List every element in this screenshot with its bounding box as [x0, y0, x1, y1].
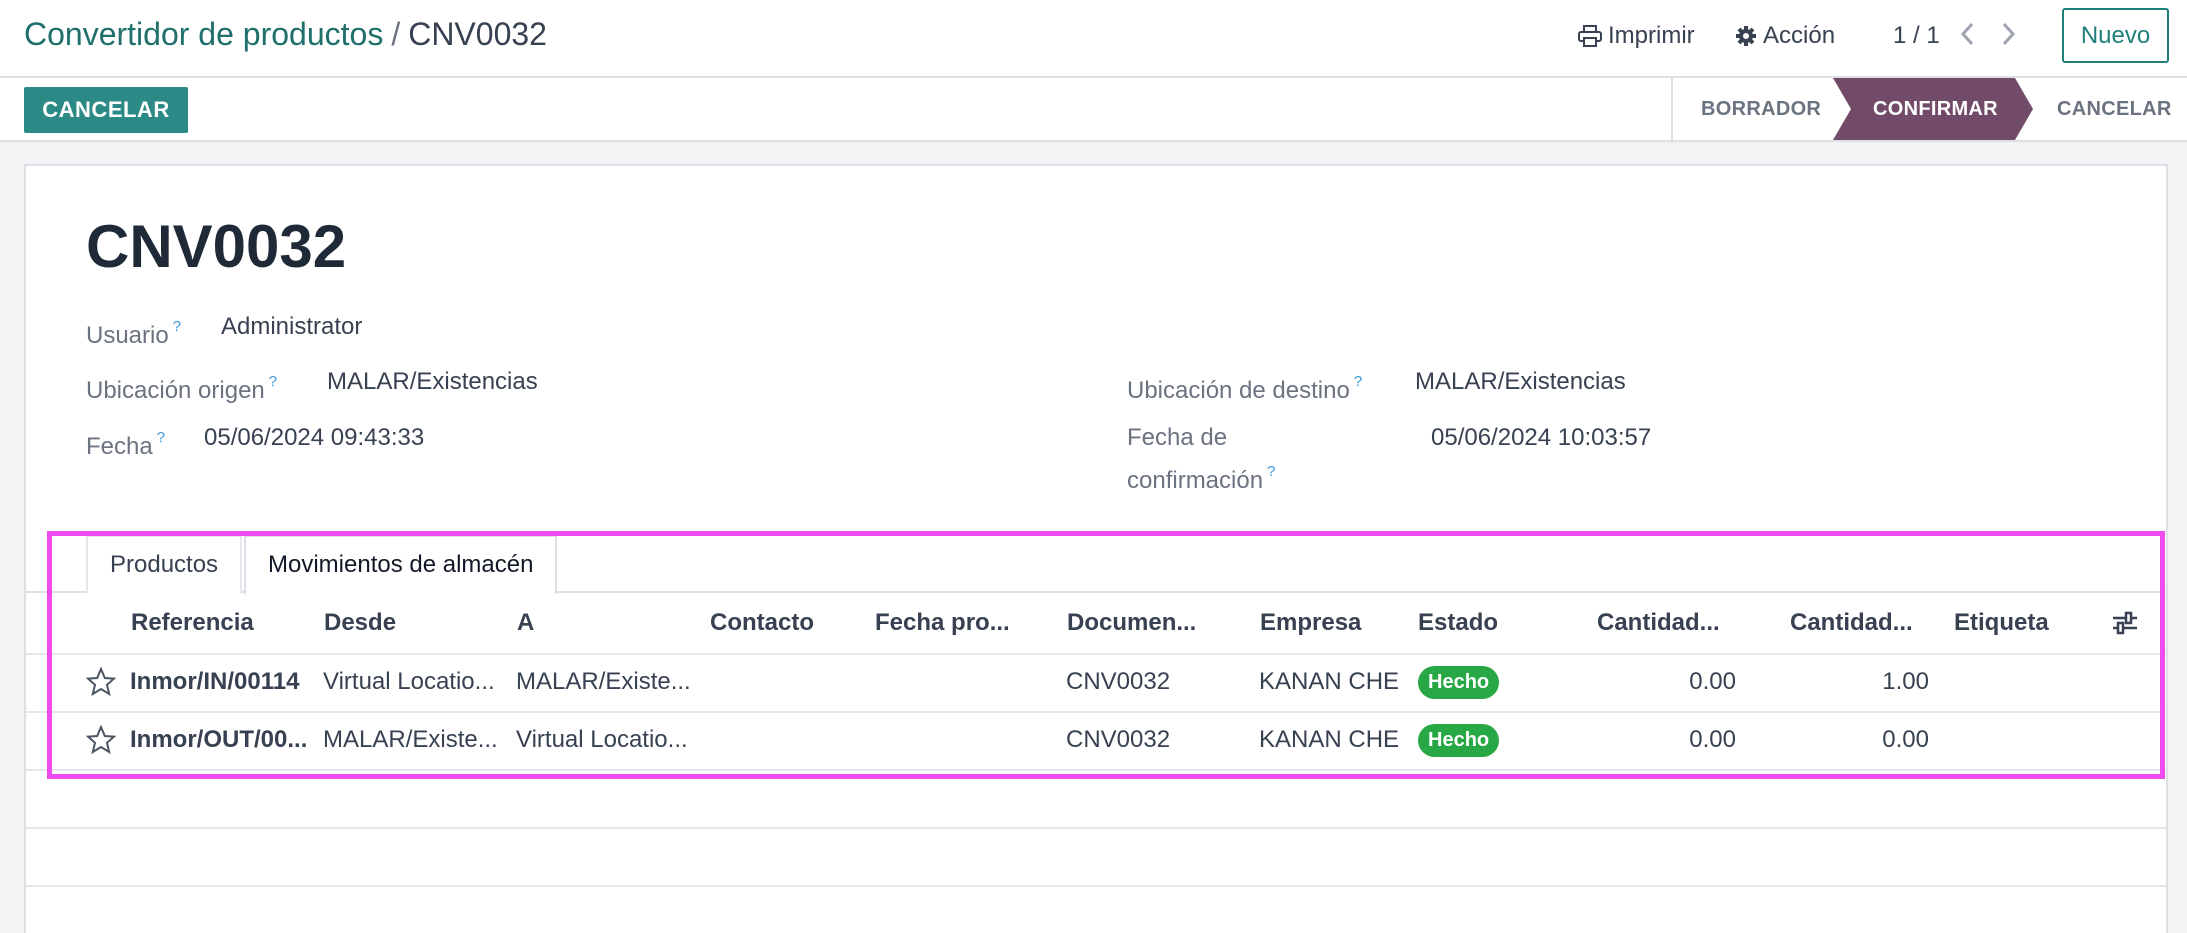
breadcrumb: Convertidor de productos / CNV0032: [24, 16, 547, 53]
cell-reference: Inmor/OUT/00...: [130, 726, 308, 753]
cell-quantity-2: 1.00: [1882, 668, 1929, 695]
stage-pipeline: BORRADOR CONFIRMAR CANCELAR: [1671, 78, 2187, 140]
confirmation-date-value[interactable]: 05/06/2024 10:03:57: [1431, 421, 1651, 455]
date-value[interactable]: 05/06/2024 09:43:33: [204, 421, 424, 455]
printer-icon: [1578, 25, 1602, 47]
user-value[interactable]: Administrator: [221, 310, 362, 344]
form-sheet: CNV0032 Usuario? Administrator Ubicación…: [24, 164, 2168, 933]
stage-draft[interactable]: BORRADOR: [1701, 78, 1821, 140]
cell-to: Virtual Locatio...: [516, 726, 688, 753]
cancel-button[interactable]: CANCELAR: [24, 87, 188, 133]
stage-cancel[interactable]: CANCELAR: [2057, 78, 2172, 140]
print-button[interactable]: Imprimir: [1578, 22, 1695, 50]
help-icon[interactable]: ?: [173, 318, 181, 335]
gear-icon: [1735, 25, 1757, 47]
column-tag[interactable]: Etiqueta: [1954, 609, 2049, 637]
tab-stock-moves[interactable]: Movimientos de almacén: [244, 535, 558, 595]
cell-to: MALAR/Existe...: [516, 668, 691, 695]
chevron-left-icon[interactable]: [1958, 20, 1978, 53]
star-icon[interactable]: [85, 666, 117, 702]
tab-products[interactable]: Productos: [86, 535, 243, 593]
date-label: Fecha?: [86, 429, 166, 460]
confirmation-date-label: Fecha de confirmación?: [1127, 424, 1276, 494]
destination-location-label: Ubicación de destino?: [1127, 373, 1363, 404]
cell-from: MALAR/Existe...: [323, 726, 498, 753]
stage-confirm-active[interactable]: CONFIRMAR: [1833, 78, 2033, 140]
chevron-right-icon[interactable]: [1998, 20, 2018, 53]
action-label: Acción: [1763, 22, 1836, 49]
column-quantity-1[interactable]: Cantidad...: [1597, 609, 1720, 637]
status-bar: CANCELAR BORRADOR CONFIRMAR CANCELAR: [0, 78, 2187, 142]
breadcrumb-parent-link[interactable]: Convertidor de productos: [24, 16, 383, 52]
column-from[interactable]: Desde: [324, 609, 396, 637]
column-status[interactable]: Estado: [1418, 609, 1498, 637]
table-row[interactable]: Inmor/IN/00114 Virtual Locatio... MALAR/…: [26, 655, 2166, 713]
source-location-value[interactable]: MALAR/Existencias: [327, 365, 538, 399]
cell-company: KANAN CHE: [1259, 726, 1400, 753]
help-icon[interactable]: ?: [157, 429, 165, 446]
help-icon[interactable]: ?: [1354, 373, 1362, 390]
tabs-row: Productos Movimientos de almacén: [26, 535, 2166, 595]
cell-document: CNV0032: [1066, 726, 1171, 753]
cell-company: KANAN CHE: [1259, 668, 1400, 695]
cell-quantity-2: 0.00: [1882, 726, 1929, 753]
table-row[interactable]: Inmor/OUT/00... MALAR/Existe... Virtual …: [26, 713, 2166, 771]
help-icon[interactable]: ?: [269, 373, 277, 390]
help-icon[interactable]: ?: [1267, 463, 1275, 480]
empty-row: [26, 829, 2166, 887]
cell-quantity-1: 0.00: [1689, 726, 1736, 753]
control-panel: Convertidor de productos / CNV0032 Imprimi…: [0, 0, 2187, 78]
print-label: Imprimir: [1608, 22, 1695, 49]
list-header: Referencia Desde A Contacto Fecha pro...…: [26, 593, 2166, 655]
cell-quantity-1: 0.00: [1689, 668, 1736, 695]
user-label: Usuario?: [86, 318, 182, 349]
breadcrumb-current: CNV0032: [408, 16, 547, 52]
column-document[interactable]: Documen...: [1067, 609, 1196, 637]
column-company[interactable]: Empresa: [1260, 609, 1361, 637]
record-title: CNV0032: [86, 213, 347, 280]
cell-document: CNV0032: [1066, 668, 1171, 695]
column-quantity-2[interactable]: Cantidad...: [1790, 609, 1913, 637]
status-badge: Hecho: [1418, 724, 1500, 757]
column-contact[interactable]: Contacto: [710, 609, 814, 637]
action-button[interactable]: Acción: [1735, 22, 1835, 50]
column-scheduled-date[interactable]: Fecha pro...: [875, 609, 1010, 637]
column-reference[interactable]: Referencia: [131, 609, 254, 637]
star-icon[interactable]: [85, 724, 117, 760]
destination-location-value[interactable]: MALAR/Existencias: [1415, 365, 1626, 399]
cell-from: Virtual Locatio...: [323, 668, 495, 695]
breadcrumb-separator: /: [391, 16, 401, 52]
source-location-label: Ubicación origen?: [86, 373, 278, 404]
cell-reference: Inmor/IN/00114: [130, 668, 300, 695]
new-record-button[interactable]: Nuevo: [2062, 8, 2169, 63]
pager-value[interactable]: 1 / 1: [1893, 22, 1940, 50]
status-badge: Hecho: [1418, 666, 1500, 699]
empty-row: [26, 771, 2166, 829]
sliders-icon[interactable]: [2112, 611, 2138, 640]
column-to[interactable]: A: [517, 609, 534, 637]
